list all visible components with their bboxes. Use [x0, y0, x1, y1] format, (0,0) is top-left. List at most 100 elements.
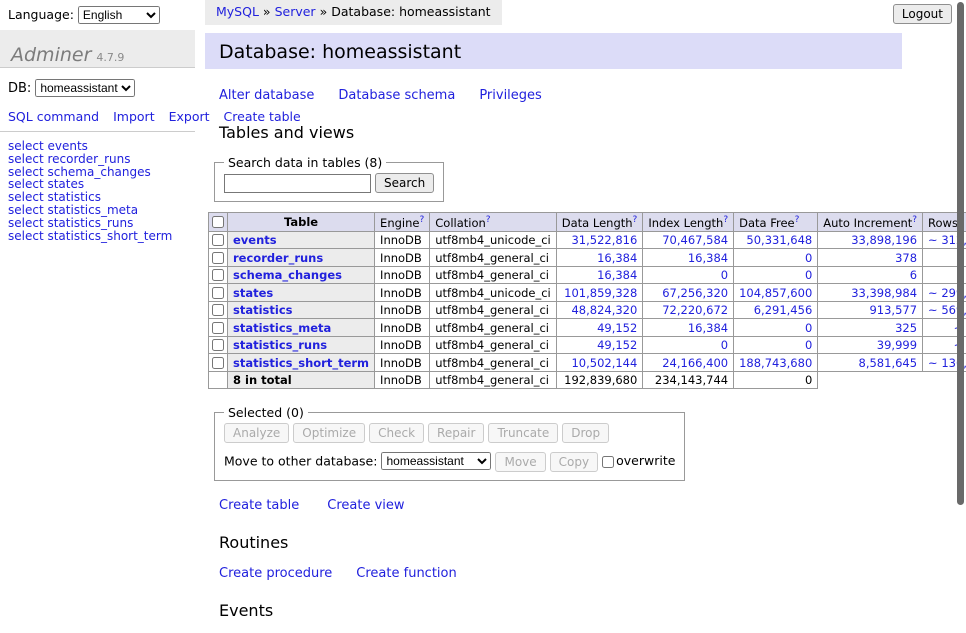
table-name-link[interactable]: statistics_runs — [233, 338, 327, 352]
engine-cell: InnoDB — [375, 266, 430, 284]
data-free-help-link[interactable]: ? — [795, 215, 800, 225]
index-length-link[interactable]: 0 — [721, 338, 728, 352]
table-name-link[interactable]: events — [233, 233, 277, 247]
table-name-link[interactable]: schema_changes — [233, 268, 342, 282]
row-checkbox[interactable] — [212, 322, 224, 334]
index-length-link[interactable]: 16,384 — [688, 321, 728, 335]
search-input[interactable] — [224, 174, 371, 193]
index-length-link[interactable]: 0 — [721, 268, 728, 282]
table-name-link[interactable]: statistics_meta — [233, 321, 331, 335]
sidebar-select-events[interactable]: select events — [8, 140, 187, 153]
breadcrumb-server-link[interactable]: Server — [275, 4, 316, 19]
data-length-link[interactable]: 16,384 — [597, 268, 637, 282]
sidebar: Language:English Adminer4.7.9 DB:homeass… — [0, 0, 195, 243]
data-free-link[interactable]: 6,291,456 — [754, 303, 813, 317]
engine-help-link[interactable]: ? — [419, 215, 424, 225]
data-length-cell: 16,384 — [556, 249, 643, 267]
create-procedure-link[interactable]: Create procedure — [219, 566, 332, 581]
move-database-select[interactable]: homeassistant — [381, 452, 491, 470]
truncate-button: Truncate — [488, 423, 558, 443]
data-free-link[interactable]: 0 — [805, 338, 812, 352]
database-schema-link[interactable]: Database schema — [338, 88, 455, 103]
db-select[interactable]: homeassistant — [35, 79, 135, 97]
auto-increment-link[interactable]: 378 — [895, 251, 917, 265]
breadcrumb-mysql-link[interactable]: MySQL — [216, 4, 259, 19]
data-free-link[interactable]: 0 — [805, 268, 812, 282]
table-name-link[interactable]: statistics — [233, 303, 293, 317]
export-link[interactable]: Export — [169, 109, 210, 124]
index-length-cell: 0 — [643, 336, 734, 354]
index-length-link[interactable]: 16,384 — [688, 251, 728, 265]
auto-increment-link[interactable]: 6 — [910, 268, 917, 282]
collation-cell: utf8mb4_general_ci — [430, 301, 557, 319]
alter-database-link[interactable]: Alter database — [219, 88, 314, 103]
privileges-link[interactable]: Privileges — [479, 88, 542, 103]
auto-increment-cell: 6 — [818, 266, 923, 284]
auto-increment-link[interactable]: 33,398,984 — [851, 286, 917, 300]
data-free-cell: 188,743,680 — [734, 354, 818, 372]
auto-increment-link[interactable]: 325 — [895, 321, 917, 335]
sidebar-select-statistics-short-term[interactable]: select statistics_short_term — [8, 230, 187, 243]
sidebar-select-recorder-runs[interactable]: select recorder_runs — [8, 153, 187, 166]
logout-button[interactable]: Logout — [893, 4, 952, 24]
data-length-link[interactable]: 10,502,144 — [571, 356, 637, 370]
copy-button: Copy — [550, 452, 598, 472]
sql-command-link[interactable]: SQL command — [8, 109, 99, 124]
create-table-link[interactable]: Create table — [219, 498, 299, 513]
data-length-link[interactable]: 31,522,816 — [571, 233, 637, 247]
collation-help-link[interactable]: ? — [486, 215, 491, 225]
row-checkbox[interactable] — [212, 304, 224, 316]
sidebar-select-statistics-runs[interactable]: select statistics_runs — [8, 217, 187, 230]
table-row: statistics InnoDB utf8mb4_general_ci 48,… — [209, 301, 966, 319]
auto-increment-link[interactable]: 33,898,196 — [851, 233, 917, 247]
row-checkbox[interactable] — [212, 357, 224, 369]
total-data-free-cell: 0 — [734, 371, 818, 388]
row-checkbox[interactable] — [212, 234, 224, 246]
total-engine-cell: InnoDB — [375, 371, 430, 388]
data-free-link[interactable]: 188,743,680 — [739, 356, 812, 370]
data-length-link[interactable]: 16,384 — [597, 251, 637, 265]
auto-increment-link[interactable]: 39,999 — [877, 338, 917, 352]
overwrite-checkbox[interactable] — [602, 456, 614, 468]
engine-cell: InnoDB — [375, 354, 430, 372]
sidebar-actions: SQL commandImportExportCreate table — [0, 105, 195, 124]
row-checkbox[interactable] — [212, 269, 224, 281]
data-length-help-link[interactable]: ? — [633, 215, 638, 225]
row-checkbox[interactable] — [212, 339, 224, 351]
table-name-link[interactable]: statistics_short_term — [233, 356, 369, 370]
create-function-link[interactable]: Create function — [356, 566, 456, 581]
auto-increment-link[interactable]: 913,577 — [869, 303, 917, 317]
engine-cell: InnoDB — [375, 231, 430, 249]
data-length-link[interactable]: 48,824,320 — [571, 303, 637, 317]
row-checkbox[interactable] — [212, 287, 224, 299]
index-length-link[interactable]: 24,166,400 — [662, 356, 728, 370]
repair-button: Repair — [428, 423, 484, 443]
data-free-link[interactable]: 50,331,648 — [746, 233, 812, 247]
data-free-link[interactable]: 0 — [805, 251, 812, 265]
scrollbar-thumb[interactable] — [957, 2, 964, 505]
auto-increment-cell: 378 — [818, 249, 923, 267]
data-length-link[interactable]: 49,152 — [597, 338, 637, 352]
index-length-help-link[interactable]: ? — [723, 215, 728, 225]
auto-increment-help-link[interactable]: ? — [912, 215, 917, 225]
data-free-link[interactable]: 0 — [805, 321, 812, 335]
index-length-link[interactable]: 72,220,672 — [662, 303, 728, 317]
data-free-cell: 0 — [734, 319, 818, 337]
create-view-link[interactable]: Create view — [327, 498, 404, 513]
data-free-link[interactable]: 104,857,600 — [739, 286, 812, 300]
index-length-link[interactable]: 67,256,320 — [662, 286, 728, 300]
import-link[interactable]: Import — [113, 109, 155, 124]
index-length-link[interactable]: 70,467,584 — [662, 233, 728, 247]
table-name-link[interactable]: states — [233, 286, 273, 300]
table-name-link[interactable]: recorder_runs — [233, 251, 323, 265]
data-length-link[interactable]: 49,152 — [597, 321, 637, 335]
db-selector-row: DB:homeassistant — [0, 68, 195, 105]
language-select[interactable]: English — [78, 6, 160, 24]
data-length-link[interactable]: 101,859,328 — [564, 286, 637, 300]
row-checkbox[interactable] — [212, 252, 224, 264]
select-all-checkbox[interactable] — [212, 216, 224, 228]
language-bar: Language:English — [0, 0, 195, 30]
search-button[interactable]: Search — [375, 173, 434, 193]
sidebar-select-statistics-meta[interactable]: select statistics_meta — [8, 204, 187, 217]
auto-increment-link[interactable]: 8,581,645 — [859, 356, 918, 370]
